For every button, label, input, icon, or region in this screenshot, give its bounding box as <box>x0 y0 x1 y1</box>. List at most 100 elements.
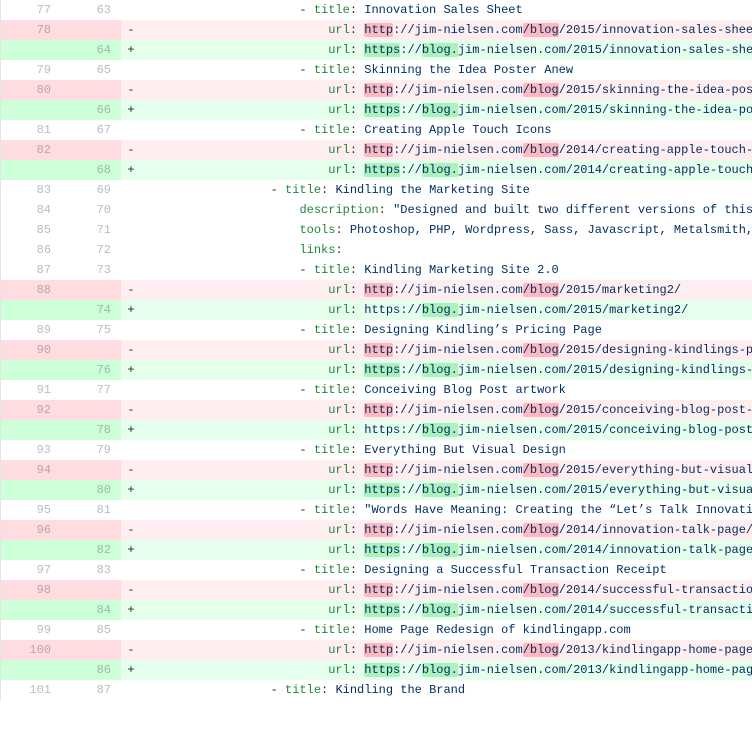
line-number-old[interactable]: 82 <box>1 140 61 160</box>
line-number-old[interactable]: 92 <box>1 400 61 420</box>
code-line[interactable]: - title: Creating Apple Touch Icons <box>141 120 752 140</box>
line-number-old[interactable] <box>1 360 61 380</box>
code-line[interactable]: url: https://blog.jim-nielsen.com/2015/c… <box>141 420 752 440</box>
code-line[interactable]: url: https://blog.jim-nielsen.com/2015/e… <box>141 480 752 500</box>
line-number-new[interactable] <box>61 140 121 160</box>
line-number-old[interactable]: 81 <box>1 120 61 140</box>
line-number-old[interactable]: 85 <box>1 220 61 240</box>
line-number-old[interactable]: 78 <box>1 20 61 40</box>
line-number-old[interactable]: 77 <box>1 0 61 20</box>
line-number-new[interactable] <box>61 520 121 540</box>
line-number-new[interactable]: 77 <box>61 380 121 400</box>
line-number-new[interactable]: 65 <box>61 60 121 80</box>
code-line[interactable]: url: http://jim-nielsen.com/blog/2015/ma… <box>141 280 752 300</box>
line-number-new[interactable] <box>61 340 121 360</box>
code-line[interactable]: url: https://blog.jim-nielsen.com/2015/d… <box>141 360 752 380</box>
line-number-new[interactable]: 64 <box>61 40 121 60</box>
code-line[interactable]: url: http://jim-nielsen.com/blog/2015/sk… <box>141 80 752 100</box>
line-number-old[interactable]: 97 <box>1 560 61 580</box>
line-number-new[interactable]: 68 <box>61 160 121 180</box>
line-number-new[interactable]: 69 <box>61 180 121 200</box>
line-number-new[interactable]: 75 <box>61 320 121 340</box>
line-number-old[interactable]: 89 <box>1 320 61 340</box>
line-number-old[interactable]: 83 <box>1 180 61 200</box>
line-number-new[interactable]: 82 <box>61 540 121 560</box>
line-number-new[interactable]: 80 <box>61 480 121 500</box>
line-number-old[interactable] <box>1 160 61 180</box>
line-number-old[interactable] <box>1 40 61 60</box>
code-line[interactable]: url: https://blog.jim-nielsen.com/2015/m… <box>141 300 752 320</box>
line-number-old[interactable] <box>1 100 61 120</box>
line-number-old[interactable] <box>1 540 61 560</box>
line-number-old[interactable]: 99 <box>1 620 61 640</box>
line-number-old[interactable]: 79 <box>1 60 61 80</box>
line-number-old[interactable]: 90 <box>1 340 61 360</box>
code-line[interactable]: - title: "Words Have Meaning: Creating t… <box>141 500 752 520</box>
code-line[interactable]: - title: Skinning the Idea Poster Anew <box>141 60 752 80</box>
line-number-old[interactable]: 96 <box>1 520 61 540</box>
line-number-old[interactable]: 101 <box>1 680 61 700</box>
code-line[interactable]: - title: Home Page Redesign of kindlinga… <box>141 620 752 640</box>
code-line[interactable]: - title: Designing Kindling’s Pricing Pa… <box>141 320 752 340</box>
line-number-new[interactable]: 67 <box>61 120 121 140</box>
code-line[interactable]: links: <box>141 240 752 260</box>
code-line[interactable]: - title: Everything But Visual Design <box>141 440 752 460</box>
line-number-new[interactable]: 81 <box>61 500 121 520</box>
line-number-new[interactable]: 71 <box>61 220 121 240</box>
code-line[interactable]: url: http://jim-nielsen.com/blog/2015/in… <box>141 20 752 40</box>
code-line[interactable]: url: https://blog.jim-nielsen.com/2014/i… <box>141 540 752 560</box>
code-line[interactable]: - title: Innovation Sales Sheet <box>141 0 752 20</box>
line-number-new[interactable]: 85 <box>61 620 121 640</box>
line-number-old[interactable]: 80 <box>1 80 61 100</box>
line-number-old[interactable]: 91 <box>1 380 61 400</box>
line-number-old[interactable]: 87 <box>1 260 61 280</box>
code-line[interactable]: url: http://jim-nielsen.com/blog/2013/ki… <box>141 640 752 660</box>
code-line[interactable]: - title: Kindling the Brand <box>141 680 752 700</box>
line-number-new[interactable]: 66 <box>61 100 121 120</box>
line-number-new[interactable]: 86 <box>61 660 121 680</box>
line-number-new[interactable] <box>61 20 121 40</box>
code-line[interactable]: url: http://jim-nielsen.com/blog/2014/in… <box>141 520 752 540</box>
code-line[interactable]: url: https://blog.jim-nielsen.com/2014/c… <box>141 160 752 180</box>
line-number-new[interactable]: 72 <box>61 240 121 260</box>
code-line[interactable]: description: "Designed and built two dif… <box>141 200 752 220</box>
line-number-new[interactable]: 63 <box>61 0 121 20</box>
code-line[interactable]: url: http://jim-nielsen.com/blog/2014/cr… <box>141 140 752 160</box>
line-number-new[interactable]: 78 <box>61 420 121 440</box>
line-number-old[interactable] <box>1 420 61 440</box>
code-line[interactable]: url: http://jim-nielsen.com/blog/2015/ev… <box>141 460 752 480</box>
code-line[interactable]: url: http://jim-nielsen.com/blog/2014/su… <box>141 580 752 600</box>
line-number-old[interactable] <box>1 480 61 500</box>
code-line[interactable]: url: https://blog.jim-nielsen.com/2015/s… <box>141 100 752 120</box>
line-number-old[interactable]: 88 <box>1 280 61 300</box>
line-number-new[interactable] <box>61 460 121 480</box>
line-number-old[interactable]: 95 <box>1 500 61 520</box>
line-number-new[interactable] <box>61 80 121 100</box>
line-number-new[interactable]: 84 <box>61 600 121 620</box>
line-number-new[interactable]: 70 <box>61 200 121 220</box>
line-number-new[interactable] <box>61 640 121 660</box>
line-number-new[interactable]: 79 <box>61 440 121 460</box>
line-number-old[interactable]: 93 <box>1 440 61 460</box>
code-line[interactable]: - title: Kindling the Marketing Site <box>141 180 752 200</box>
code-line[interactable]: url: https://blog.jim-nielsen.com/2013/k… <box>141 660 752 680</box>
line-number-new[interactable]: 73 <box>61 260 121 280</box>
code-line[interactable]: url: http://jim-nielsen.com/blog/2015/de… <box>141 340 752 360</box>
line-number-old[interactable]: 98 <box>1 580 61 600</box>
code-line[interactable]: tools: Photoshop, PHP, Wordpress, Sass, … <box>141 220 752 240</box>
line-number-old[interactable] <box>1 300 61 320</box>
line-number-new[interactable]: 83 <box>61 560 121 580</box>
line-number-new[interactable]: 74 <box>61 300 121 320</box>
code-line[interactable]: - title: Designing a Successful Transact… <box>141 560 752 580</box>
code-line[interactable]: url: http://jim-nielsen.com/blog/2015/co… <box>141 400 752 420</box>
line-number-old[interactable] <box>1 600 61 620</box>
line-number-old[interactable]: 86 <box>1 240 61 260</box>
line-number-old[interactable]: 84 <box>1 200 61 220</box>
line-number-new[interactable]: 87 <box>61 680 121 700</box>
line-number-new[interactable] <box>61 580 121 600</box>
line-number-new[interactable] <box>61 400 121 420</box>
line-number-new[interactable]: 76 <box>61 360 121 380</box>
code-line[interactable]: - title: Kindling Marketing Site 2.0 <box>141 260 752 280</box>
code-line[interactable]: url: https://blog.jim-nielsen.com/2014/s… <box>141 600 752 620</box>
line-number-old[interactable]: 100 <box>1 640 61 660</box>
